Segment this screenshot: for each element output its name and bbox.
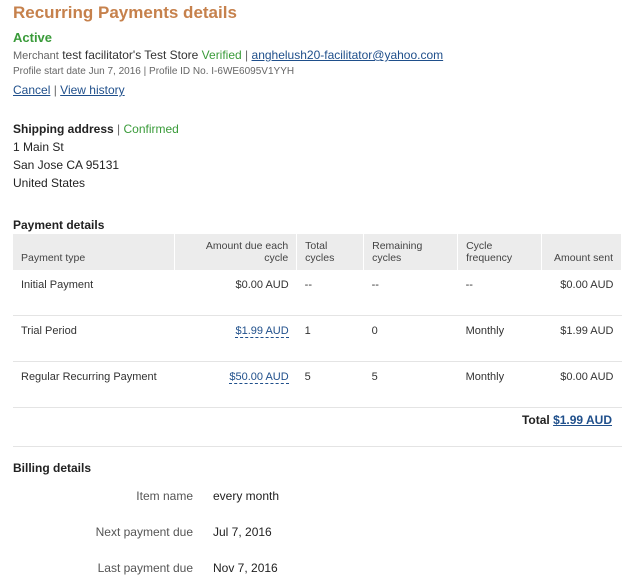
profile-separator: |: [143, 66, 147, 77]
cell-total-cycles: --: [296, 270, 364, 316]
profile-info: Profile start date Jun 7, 2016 | Profile…: [13, 66, 294, 77]
col-payment-type: Payment type: [13, 234, 176, 270]
actions-separator: |: [53, 83, 57, 97]
cell-amount-due: $0.00 AUD: [174, 270, 297, 316]
total-row: Total $1.99 AUD: [522, 413, 612, 427]
next-payment-due-label: Next payment due: [95, 525, 193, 539]
address-line-2: San Jose CA 95131: [13, 158, 120, 172]
cell-cycle-frequency: --: [457, 270, 542, 316]
profile-id: Profile ID No. I-6WE6095V1YYH: [149, 66, 295, 77]
cell-payment-type: Initial Payment: [13, 270, 175, 316]
cell-cycle-frequency: Monthly: [457, 361, 542, 408]
total-amount-link[interactable]: $1.99 AUD: [553, 413, 612, 427]
payment-details-table: Payment type Amount due each cycle Total…: [13, 234, 622, 408]
table-row: Trial Period $1.99 AUD 1 0 Monthly $1.99…: [13, 315, 622, 362]
profile-start-date: Profile start date Jun 7, 2016: [13, 66, 141, 77]
cell-amount-sent: $0.00 AUD: [541, 270, 622, 316]
cell-amount-due: $50.00 AUD: [174, 361, 297, 408]
amount-due-link[interactable]: $1.99 AUD: [235, 325, 289, 338]
merchant-separator: |: [245, 48, 249, 62]
merchant-label: Merchant: [13, 50, 59, 62]
cell-remaining-cycles: 5: [363, 361, 458, 408]
view-history-link[interactable]: View history: [60, 83, 124, 97]
col-amount-sent: Amount sent: [541, 234, 622, 270]
merchant-email-link[interactable]: anghelush20-facilitator@yahoo.com: [252, 48, 444, 62]
profile-actions: Cancel | View history: [13, 83, 125, 97]
col-remaining-cycles: Remaining cycles: [363, 234, 459, 270]
cancel-link[interactable]: Cancel: [13, 83, 50, 97]
shipping-status: Confirmed: [123, 122, 179, 136]
shipping-separator: |: [117, 122, 121, 136]
amount-due-link[interactable]: $50.00 AUD: [229, 371, 289, 384]
col-cycle-frequency: Cycle frequency: [457, 234, 543, 270]
col-total-cycles: Total cycles: [296, 234, 365, 270]
merchant-verified-badge: Verified: [201, 48, 242, 62]
last-payment-due-value: Nov 7, 2016: [213, 561, 278, 575]
shipping-title: Shipping address: [13, 122, 114, 136]
payment-details-title: Payment details: [13, 218, 105, 232]
table-header-row: Payment type Amount due each cycle Total…: [13, 234, 622, 270]
cell-payment-type: Regular Recurring Payment: [13, 361, 175, 408]
cell-total-cycles: 1: [296, 315, 364, 362]
next-payment-due-value: Jul 7, 2016: [213, 525, 272, 539]
table-row: Regular Recurring Payment $50.00 AUD 5 5…: [13, 361, 622, 408]
profile-status: Active: [13, 30, 53, 45]
cell-amount-sent: $1.99 AUD: [541, 315, 622, 362]
item-name-label: Item name: [136, 489, 193, 503]
section-divider: [13, 446, 622, 447]
address-line-1: 1 Main St: [13, 140, 64, 154]
cell-payment-type: Trial Period: [13, 315, 175, 362]
cell-remaining-cycles: --: [363, 270, 458, 316]
shipping-heading: Shipping address | Confirmed: [13, 122, 179, 136]
last-payment-due-label: Last payment due: [97, 561, 193, 575]
total-label: Total: [521, 413, 550, 427]
merchant-name: test facilitator's Test Store: [62, 48, 199, 62]
address-line-3: United States: [13, 176, 86, 190]
cell-total-cycles: 5: [296, 361, 364, 408]
table-row: Initial Payment $0.00 AUD -- -- -- $0.00…: [13, 270, 622, 316]
merchant-line: Merchant test facilitator's Test Store V…: [13, 48, 443, 62]
cell-cycle-frequency: Monthly: [457, 315, 542, 362]
cell-amount-due: $1.99 AUD: [174, 315, 297, 362]
recurring-payment-details-page: Recurring Payments details Active Mercha…: [0, 0, 628, 578]
col-amount-due: Amount due each cycle: [174, 234, 298, 270]
cell-remaining-cycles: 0: [363, 315, 458, 362]
billing-details-title: Billing details: [13, 461, 92, 475]
page-title: Recurring Payments details: [13, 3, 237, 22]
cell-amount-sent: $0.00 AUD: [541, 361, 622, 408]
item-name-value: every month: [213, 489, 280, 503]
